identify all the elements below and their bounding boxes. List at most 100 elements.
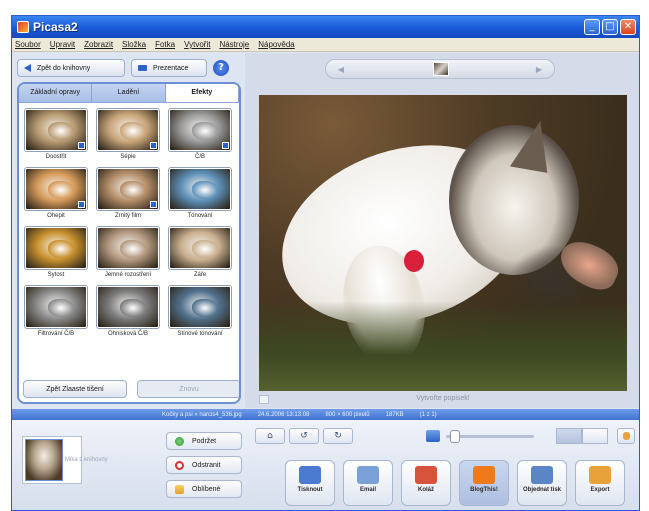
filmstrip-next-icon[interactable]: ▶: [534, 65, 544, 74]
filmstrip[interactable]: ◀ ▶: [325, 59, 555, 79]
share-button[interactable]: Koláž: [401, 460, 451, 506]
effect-thumbnail-cat: [120, 240, 146, 258]
back-to-library-button[interactable]: Zpět do knihovny: [17, 59, 125, 77]
effect-thumbnail[interactable]: [25, 227, 87, 269]
tab-tuning[interactable]: Ladění: [92, 84, 166, 102]
filmstrip-prev-icon[interactable]: ◀: [336, 65, 346, 74]
effect-label: Zrnitý film: [115, 213, 141, 219]
remove-button[interactable]: Odstranit: [166, 456, 242, 474]
hold-label: Podržet: [192, 437, 217, 445]
menu-soubor[interactable]: Soubor: [15, 40, 41, 49]
effect-item[interactable]: Ohepit: [24, 168, 88, 223]
effect-thumbnail[interactable]: [97, 227, 159, 269]
window-controls: _ □ ✕: [584, 19, 636, 35]
zoom-icon: [426, 430, 440, 442]
effect-item[interactable]: Záře: [168, 227, 232, 282]
menu-vytvorit[interactable]: Vytvořit: [184, 40, 210, 49]
effect-thumbnail-cat: [48, 299, 74, 317]
main-photo[interactable]: [259, 95, 627, 391]
undo-button[interactable]: Zpět Zlaaste tišení: [23, 380, 127, 398]
effect-thumbnail[interactable]: [97, 168, 159, 210]
effect-thumbnail-cat: [192, 181, 218, 199]
effect-label: Filtrování Č/B: [37, 331, 75, 337]
menu-upravit[interactable]: Upravit: [50, 40, 75, 49]
tray-thumbnail[interactable]: [25, 439, 63, 481]
effects-panel: Základní opravy Ladění Efekty Doostřit Sé…: [17, 82, 241, 404]
effect-thumbnail[interactable]: [169, 109, 231, 151]
effect-item[interactable]: Jemné rozostření: [96, 227, 160, 282]
share-button[interactable]: BlogThis!: [459, 460, 509, 506]
favorites-button[interactable]: Oblíbené: [166, 480, 242, 498]
cat-tongue: [404, 250, 424, 272]
presentation-button[interactable]: Prezentace: [131, 59, 207, 77]
share-button-label: BlogThis!: [470, 487, 498, 493]
effect-label: Sytost: [47, 272, 65, 278]
filmstrip-thumbnail[interactable]: [433, 62, 449, 76]
rotate-left-button[interactable]: ↺: [289, 428, 319, 444]
share-button-label: Export: [590, 487, 610, 493]
effect-item[interactable]: Stínové tónování: [168, 286, 232, 341]
title-bar[interactable]: Picasa2 _ □ ✕: [12, 16, 639, 38]
home-button[interactable]: ⌂: [255, 428, 285, 444]
people-icon[interactable]: [617, 428, 635, 444]
single-view-button[interactable]: [556, 428, 582, 444]
redo-button[interactable]: Znovu: [137, 380, 239, 398]
effect-thumbnail[interactable]: [25, 109, 87, 151]
compare-view-button[interactable]: [582, 428, 608, 444]
tray-label: Mika z knihovny: [65, 457, 108, 463]
menu-napoveda[interactable]: Nápověda: [258, 40, 294, 49]
effect-item[interactable]: Sytost: [24, 227, 88, 282]
effect-thumbnail[interactable]: [25, 286, 87, 328]
share-button[interactable]: Export: [575, 460, 625, 506]
tab-effects[interactable]: Efekty: [165, 84, 239, 102]
tab-basic-fixes[interactable]: Základní opravy: [19, 84, 93, 102]
effect-thumbnail[interactable]: [25, 168, 87, 210]
effect-label: Ohnisková Č/B: [107, 331, 149, 337]
effect-item[interactable]: Zrnitý film: [96, 168, 160, 223]
status-count: (1 z 1): [419, 411, 437, 418]
caption-bar[interactable]: Vytvořte popisek!: [259, 395, 627, 407]
effect-item[interactable]: Ohnisková Č/B: [96, 286, 160, 341]
maximize-button[interactable]: □: [602, 19, 618, 35]
effect-item[interactable]: Filtrování Č/B: [24, 286, 88, 341]
menu-slozka[interactable]: Složka: [122, 40, 146, 49]
edit-panel: Zpět do knihovny Prezentace ? Základní o…: [12, 53, 244, 408]
effect-thumbnail-cat: [120, 122, 146, 140]
effect-thumbnail[interactable]: [169, 286, 231, 328]
close-button[interactable]: ✕: [620, 19, 636, 35]
effect-thumbnail-cat: [48, 122, 74, 140]
share-button-label: Email: [359, 487, 376, 493]
share-button[interactable]: Tisknout: [285, 460, 335, 506]
effect-thumbnail[interactable]: [169, 227, 231, 269]
photo-viewer: ◀ ▶ Vytvořte popisek!: [245, 53, 639, 408]
effect-item[interactable]: Sépie: [96, 109, 160, 164]
zoom-slider-knob[interactable]: [450, 430, 460, 443]
effect-thumbnail[interactable]: [97, 286, 159, 328]
rotate-right-button[interactable]: ↻: [323, 428, 353, 444]
share-button[interactable]: Email: [343, 460, 393, 506]
share-button[interactable]: Objednat tisk: [517, 460, 567, 506]
effect-thumbnail-cat: [48, 240, 74, 258]
effect-label: Doostřit: [45, 154, 67, 160]
menu-zobrazit[interactable]: Zobrazit: [84, 40, 113, 49]
effect-item[interactable]: Č/B: [168, 109, 232, 164]
back-to-library-label: Zpět do knihovny: [37, 64, 91, 72]
hold-button[interactable]: Podržet: [166, 432, 242, 450]
status-date: 24.6.2006 13:13:08: [257, 411, 310, 418]
effect-item[interactable]: Doostřit: [24, 109, 88, 164]
minimize-button[interactable]: _: [584, 19, 600, 35]
menu-nastroje[interactable]: Nástroje: [219, 40, 249, 49]
caption-placeholder: Vytvořte popisek!: [416, 395, 470, 402]
effect-label: Jemné rozostření: [104, 272, 152, 278]
effect-thumbnail[interactable]: [169, 168, 231, 210]
picasa-window: Picasa2 _ □ ✕ Soubor Upravit Zobrazit Sl…: [11, 15, 640, 511]
photo-tray[interactable]: Mika z knihovny: [22, 436, 108, 484]
bottom-toolbar: Mika z knihovny Podržet Odstranit Oblíbe…: [12, 420, 639, 510]
effect-item[interactable]: Tónování: [168, 168, 232, 223]
help-icon[interactable]: ?: [213, 60, 229, 76]
effect-thumbnail[interactable]: [97, 109, 159, 151]
presentation-label: Prezentace: [153, 64, 189, 72]
remove-icon: [175, 460, 184, 470]
back-arrow-icon: [24, 64, 31, 72]
menu-fotka[interactable]: Fotka: [155, 40, 175, 49]
